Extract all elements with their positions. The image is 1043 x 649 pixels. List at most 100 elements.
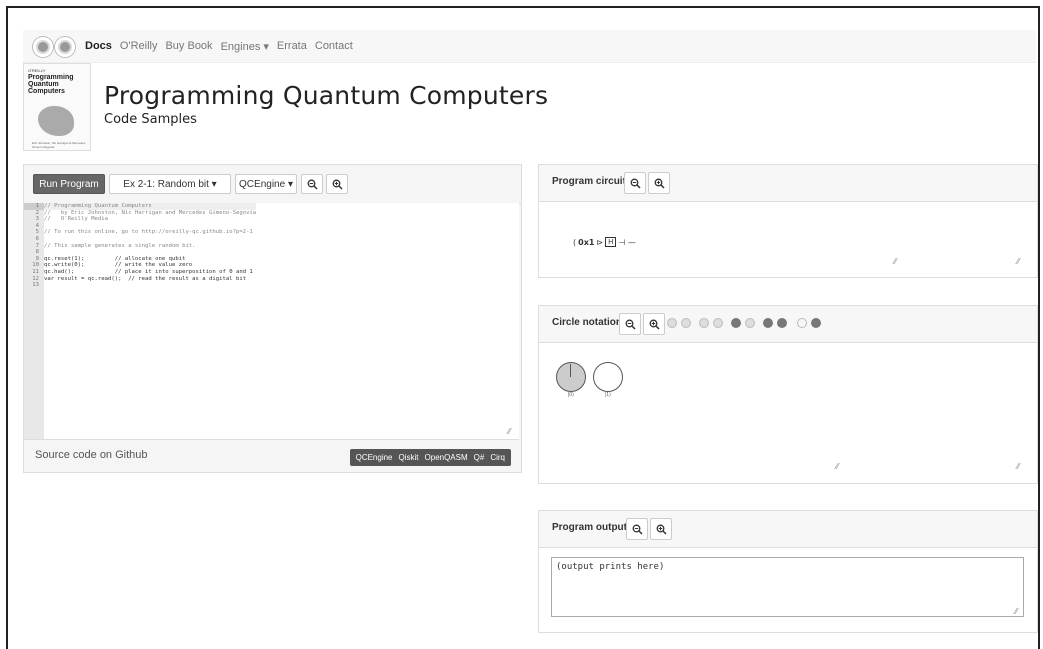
display-mode-icon[interactable] [763, 318, 773, 328]
lang-qiskit[interactable]: Qiskit [399, 453, 419, 462]
book-title-line: Programming [28, 74, 74, 81]
logo-icon[interactable] [55, 37, 75, 57]
output-panel: Program output (output prints here) ⁄⁄ [538, 510, 1038, 633]
line-number: 3 [35, 216, 39, 223]
lang-qcengine[interactable]: QCEngine [356, 453, 393, 462]
line-text: // This sample generates a single random… [44, 242, 196, 249]
page-subtitle: Code Samples [104, 112, 197, 127]
display-mode-icon[interactable] [699, 318, 709, 328]
line-number: 12 [32, 275, 39, 282]
code-lines: 1// Programming Quantum Computers 2// by … [24, 203, 257, 289]
code-line: 6 [24, 236, 256, 243]
line-text: // by Eric Johnston, Nic Harrigan and Me… [44, 209, 257, 216]
logo-icon[interactable] [33, 37, 53, 57]
navbar: Docs O'Reilly Buy Book Engines ▾ Errata … [23, 30, 1036, 63]
nav-errata[interactable]: Errata [277, 40, 307, 52]
display-mode-icon[interactable] [731, 318, 741, 328]
output-header: Program output [539, 511, 1037, 548]
book-publisher: O'REILLY [28, 68, 46, 73]
lang-qsharp[interactable]: Q# [474, 453, 485, 462]
resize-handle-icon[interactable]: ⁄⁄ [1017, 462, 1025, 471]
output-zoom-out-button[interactable] [626, 518, 648, 540]
code-line: 8 [24, 249, 256, 256]
nav-buy-book[interactable]: Buy Book [165, 40, 212, 52]
line-text: var result = qc.read(); // read the resu… [44, 275, 247, 282]
line-number: 5 [35, 229, 39, 236]
display-mode-toggles [667, 318, 821, 328]
phase-line [570, 364, 571, 377]
display-mode-icon[interactable] [681, 318, 691, 328]
output-textarea[interactable]: (output prints here) [551, 557, 1024, 617]
resize-handle-icon[interactable]: ⁄⁄ [1017, 257, 1025, 266]
line-number: 2 [35, 209, 39, 216]
line-number: 11 [32, 268, 39, 275]
line-number: 13 [32, 282, 39, 289]
code-toolbar: Run Program Ex 2-1: Random bit ▾ QCEngin… [24, 165, 521, 204]
nav-oreilly[interactable]: O'Reilly [120, 40, 158, 52]
state-circle-0 [556, 362, 586, 392]
code-line: 2 // by Eric Johnston, Nic Harrigan and M… [24, 209, 257, 217]
zoom-in-icon [649, 319, 660, 330]
line-number: 4 [35, 222, 39, 229]
resize-handle-icon[interactable]: ⁄⁄ [1015, 607, 1023, 616]
code-line: 10 qc.write(0); // write the value zero [24, 262, 256, 269]
source-github-link[interactable]: Source code on Github [35, 449, 148, 461]
line-text: // Programming Quantum Computers [44, 203, 152, 209]
nav-docs[interactable]: Docs [85, 40, 112, 52]
write-icon: ⊳ [596, 237, 604, 247]
circle-notation-panel: Circle notation |0⟩ |1⟩ ⁄⁄ ⁄⁄ [538, 305, 1038, 484]
nav-engines[interactable]: Engines ▾ [221, 40, 269, 53]
read-icon: ⊣ — [618, 237, 636, 247]
code-line: 13 [24, 282, 256, 289]
output-zoom-in-button[interactable] [650, 518, 672, 540]
circuit-panel: Program circuit (0x1 ⊳ H ⊣ — ⁄⁄ ⁄⁄ [538, 164, 1038, 278]
zoom-out-icon [307, 179, 318, 190]
book-authors: Eric Johnston, Nic Harrigan & Mercedes G… [32, 141, 86, 149]
circuit-zoom-in-button[interactable] [648, 172, 670, 194]
lang-openqasm[interactable]: OpenQASM [425, 453, 468, 462]
zoom-out-icon [625, 319, 636, 330]
resize-handle-icon[interactable]: ⁄⁄ [894, 257, 902, 266]
run-program-button[interactable]: Run Program [33, 174, 105, 194]
code-line: 7 // This sample generates a single rando… [24, 243, 256, 250]
book-title: Programming Quantum Computers [28, 74, 74, 95]
line-number: 8 [35, 249, 39, 256]
circle-zoom-in-button[interactable] [643, 313, 665, 335]
circuit-zoom-out-button[interactable] [624, 172, 646, 194]
state-label-0: |0⟩ [568, 392, 575, 398]
display-mode-icon[interactable] [811, 318, 821, 328]
code-line: 4 [24, 223, 256, 230]
resize-handle-icon[interactable]: ⁄⁄ [836, 462, 844, 471]
display-mode-icon[interactable] [667, 318, 677, 328]
zoom-in-icon [332, 179, 343, 190]
code-editor[interactable]: 1// Programming Quantum Computers 2// by … [24, 203, 519, 440]
display-mode-icon[interactable] [777, 318, 787, 328]
display-mode-icon[interactable] [713, 318, 723, 328]
line-number: 10 [32, 262, 39, 269]
circle-header: Circle notation [539, 306, 1037, 343]
line-text: // O'Reilly Media [44, 216, 108, 223]
code-line: 9 qc.reset(1); // allocate one qubit [24, 256, 256, 263]
resize-handle-icon[interactable]: ⁄⁄ [508, 427, 516, 436]
circle-zoom-out-button[interactable] [619, 313, 641, 335]
engine-select[interactable]: QCEngine ▾ [235, 174, 297, 194]
zoom-out-icon [632, 524, 643, 535]
circle-label: Circle notation [552, 317, 623, 328]
page-title: Programming Quantum Computers [104, 81, 549, 110]
zoom-out-icon [630, 178, 641, 189]
book-cover[interactable]: O'REILLY Programming Quantum Computers E… [23, 63, 91, 151]
line-text: qc.had(); // place it into superposition… [44, 268, 253, 275]
nav-contact[interactable]: Contact [315, 40, 353, 52]
nav-links: Docs O'Reilly Buy Book Engines ▾ Errata … [85, 30, 353, 62]
code-line: 12 var result = qc.read(); // read the re… [24, 276, 256, 283]
display-mode-icon[interactable] [797, 318, 807, 328]
line-number: 7 [35, 242, 39, 249]
example-select[interactable]: Ex 2-1: Random bit ▾ [109, 174, 231, 194]
zoom-out-button[interactable] [301, 174, 323, 194]
circuit-open-paren: ( [573, 237, 577, 247]
display-mode-icon[interactable] [745, 318, 755, 328]
code-line: 5 // To run this online, go to http://ore… [24, 229, 256, 236]
zoom-in-button[interactable] [326, 174, 348, 194]
lang-cirq[interactable]: Cirq [490, 453, 505, 462]
code-line: 11 qc.had(); // place it into superpositi… [24, 269, 256, 276]
